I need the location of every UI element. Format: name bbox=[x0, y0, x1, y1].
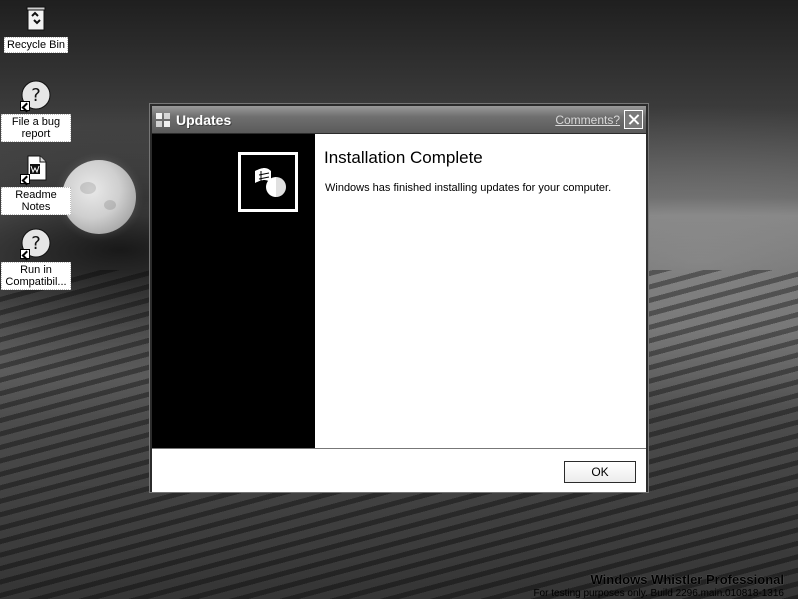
help-question-icon: ? bbox=[20, 227, 52, 259]
windows-update-icon bbox=[255, 168, 286, 197]
desktop-icon-label: Run in Compatibil... bbox=[1, 262, 71, 290]
windows-logo-icon bbox=[156, 113, 170, 127]
dialog-right-pane: Installation Complete Windows has finish… bbox=[315, 134, 646, 448]
window-title: Updates bbox=[176, 112, 232, 128]
shortcut-arrow-icon bbox=[20, 174, 30, 184]
installation-message: Windows has finished installing updates … bbox=[325, 182, 612, 194]
svg-text:?: ? bbox=[31, 233, 41, 254]
desktop-icon-label: Recycle Bin bbox=[3, 37, 69, 53]
installation-complete-heading: Installation Complete bbox=[324, 148, 483, 167]
help-question-icon: ? bbox=[20, 79, 52, 111]
desktop-icon-label: File a bug report bbox=[1, 114, 71, 142]
comments-link[interactable]: Comments? bbox=[555, 113, 620, 127]
dialog-body: Installation Complete Windows has finish… bbox=[152, 134, 646, 448]
os-watermark-title: Windows Whistler Professional bbox=[590, 572, 784, 587]
desktop-icon-file-a-bug-report[interactable]: ? File a bug report bbox=[1, 79, 71, 142]
recycle-bin-icon bbox=[20, 2, 52, 34]
desktop-icon-recycle-bin[interactable]: Recycle Bin bbox=[1, 2, 71, 53]
moon-wallpaper bbox=[62, 160, 136, 234]
svg-text:?: ? bbox=[31, 85, 41, 106]
window-titlebar[interactable]: Updates Comments? bbox=[152, 106, 646, 134]
updates-dialog: Updates Comments? Installation Complete … bbox=[150, 104, 648, 492]
desktop-icon-label: Readme Notes bbox=[1, 187, 71, 215]
document-icon bbox=[20, 152, 52, 184]
shortcut-arrow-icon bbox=[20, 101, 30, 111]
desktop-icon-readme-notes[interactable]: Readme Notes bbox=[1, 152, 71, 215]
desktop-icon-run-in-compatibility[interactable]: ? Run in Compatibil... bbox=[1, 227, 71, 290]
update-logo bbox=[238, 152, 298, 212]
os-watermark-build: For testing purposes only. Build 2296.ma… bbox=[533, 588, 784, 599]
dialog-left-pane bbox=[152, 134, 315, 448]
ok-button[interactable]: OK bbox=[564, 461, 636, 483]
shortcut-arrow-icon bbox=[20, 249, 30, 259]
close-button[interactable] bbox=[624, 110, 643, 129]
dialog-footer: OK bbox=[152, 448, 646, 492]
